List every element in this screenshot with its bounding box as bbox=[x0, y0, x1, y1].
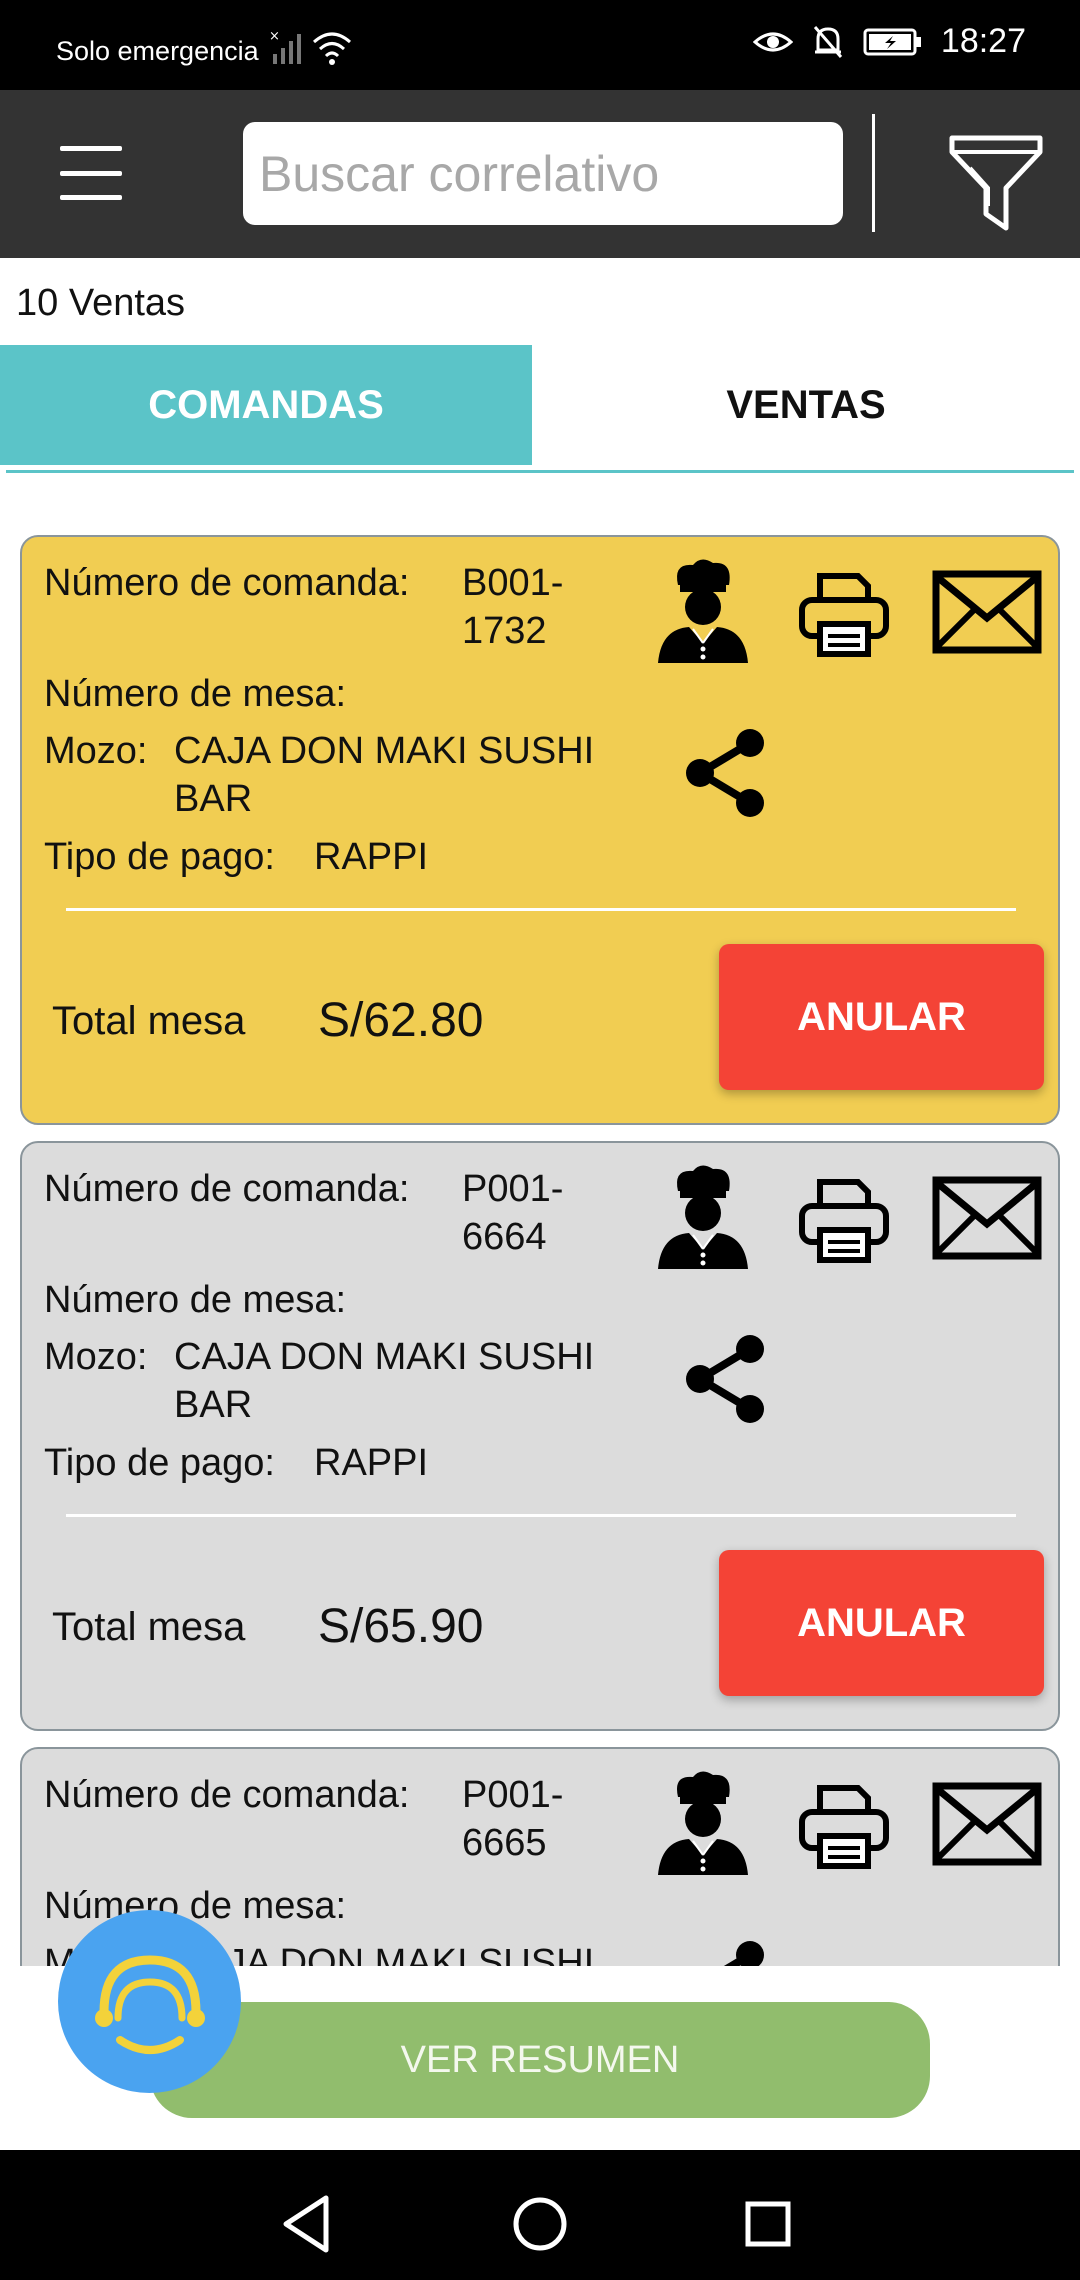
waiter-chef-icon[interactable] bbox=[653, 1767, 753, 1882]
order-number-value: P001-6664 bbox=[462, 1168, 564, 1258]
table-total-value: S/62.80 bbox=[318, 994, 484, 1047]
order-number-label: Número de comanda: bbox=[44, 562, 410, 604]
table-total-label: Total mesa bbox=[52, 1605, 246, 1649]
support-headset-button[interactable] bbox=[58, 1910, 241, 2093]
email-icon[interactable] bbox=[932, 1782, 1042, 1871]
status-right: 18:27 bbox=[752, 22, 1026, 61]
tab-bar: COMANDAS VENTAS bbox=[0, 345, 1080, 473]
headset-icon bbox=[95, 1955, 205, 2054]
void-button[interactable]: ANULAR bbox=[719, 1550, 1044, 1696]
order-card[interactable]: Número de comanda: B001-1732 Número de m… bbox=[20, 535, 1060, 1125]
card-divider bbox=[66, 908, 1016, 911]
email-icon[interactable] bbox=[932, 570, 1042, 659]
appbar-divider bbox=[872, 114, 875, 232]
status-bar: Solo emergencia × 18:27 bbox=[0, 0, 1080, 90]
waiter-value: CAJA DON MAKI SUSHI bbox=[174, 1942, 595, 1966]
waiter-label: Mozo: bbox=[44, 730, 148, 772]
table-number-label: Número de mesa: bbox=[44, 673, 347, 715]
waiter-label: Mozo: bbox=[44, 1336, 148, 1378]
signal-off-icon: × bbox=[269, 28, 311, 75]
search-input[interactable] bbox=[243, 122, 843, 225]
clock-text: 18:27 bbox=[940, 22, 1026, 60]
payment-type-label: Tipo de pago: bbox=[44, 836, 275, 878]
share-icon[interactable] bbox=[678, 727, 772, 822]
waiter-value: CAJA DON MAKI SUSHI BAR bbox=[174, 1336, 595, 1426]
eye-icon bbox=[752, 26, 793, 58]
print-icon[interactable] bbox=[798, 1782, 890, 1877]
tab-comandas[interactable]: COMANDAS bbox=[0, 345, 532, 465]
order-number-value: P001-6665 bbox=[462, 1774, 564, 1864]
filter-icon[interactable] bbox=[948, 132, 1044, 232]
status-left: Solo emergencia × bbox=[56, 28, 353, 75]
card-divider bbox=[66, 1514, 1016, 1517]
view-summary-button[interactable]: VER RESUMEN bbox=[150, 2002, 930, 2118]
print-icon[interactable] bbox=[798, 1176, 890, 1271]
share-icon[interactable] bbox=[678, 1333, 772, 1428]
waiter-chef-icon[interactable] bbox=[653, 1161, 753, 1276]
order-number-value: B001-1732 bbox=[462, 562, 564, 652]
email-icon[interactable] bbox=[932, 1176, 1042, 1265]
print-icon[interactable] bbox=[798, 570, 890, 665]
carrier-text: Solo emergencia bbox=[56, 36, 259, 66]
order-number-label: Número de comanda: bbox=[44, 1774, 410, 1816]
system-nav-bar bbox=[0, 2150, 1080, 2280]
waiter-chef-icon[interactable] bbox=[653, 555, 753, 670]
menu-line bbox=[60, 195, 122, 200]
bell-off-icon bbox=[811, 24, 845, 60]
payment-type-value: RAPPI bbox=[314, 836, 429, 878]
order-card[interactable]: Número de comanda: P001-6664 Número de m… bbox=[20, 1141, 1060, 1731]
void-button[interactable]: ANULAR bbox=[719, 944, 1044, 1090]
table-total-label: Total mesa bbox=[52, 999, 246, 1043]
nav-back-icon[interactable] bbox=[268, 2184, 348, 2264]
menu-line bbox=[60, 146, 122, 151]
nav-recents-icon[interactable] bbox=[728, 2184, 808, 2264]
app-bar bbox=[0, 90, 1080, 258]
waiter-value: CAJA DON MAKI SUSHI BAR bbox=[174, 730, 595, 820]
order-number-label: Número de comanda: bbox=[44, 1168, 410, 1210]
menu-icon[interactable] bbox=[54, 138, 128, 208]
tab-ventas[interactable]: VENTAS bbox=[532, 345, 1080, 465]
order-list[interactable]: Número de comanda: B001-1732 Número de m… bbox=[0, 473, 1080, 1966]
svg-text:×: × bbox=[269, 29, 280, 44]
battery-charging-icon bbox=[863, 27, 923, 57]
table-number-label: Número de mesa: bbox=[44, 1279, 347, 1321]
sales-count: 10 Ventas bbox=[16, 282, 186, 324]
wifi-icon bbox=[311, 28, 353, 75]
nav-home-icon[interactable] bbox=[500, 2184, 580, 2264]
payment-type-label: Tipo de pago: bbox=[44, 1442, 275, 1484]
share-icon[interactable] bbox=[678, 1939, 772, 1966]
table-total-value: S/65.90 bbox=[318, 1600, 484, 1653]
menu-line bbox=[60, 170, 122, 176]
payment-type-value: RAPPI bbox=[314, 1442, 429, 1484]
